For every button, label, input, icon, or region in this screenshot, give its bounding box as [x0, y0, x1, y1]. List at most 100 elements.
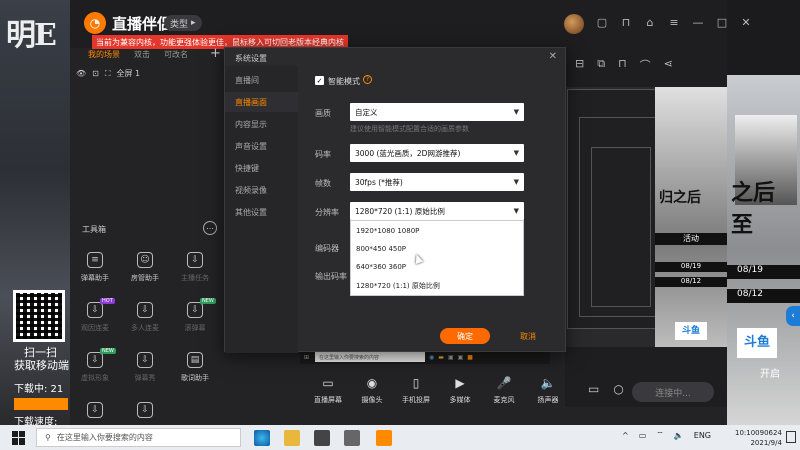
scene-item[interactable]: 👁 ⊡ ⛶ 全屏 1	[76, 68, 140, 79]
language-indicator[interactable]: ENG	[694, 431, 711, 440]
help-icon[interactable]: ?	[363, 75, 372, 84]
bitrate-select[interactable]: 3000 (蓝光画质，2D网游推荐) ▼	[350, 144, 524, 162]
app-name: 直播伴侣	[112, 14, 173, 33]
background-logo: 明E	[6, 18, 57, 53]
smart-mode-checkbox[interactable]: ✓	[315, 76, 324, 85]
tool-audience-link[interactable]: HOT ⇩ 观因连麦	[70, 298, 120, 333]
stream-poster: 归之后 活动 08/19 08/12 斗鱼	[655, 87, 727, 347]
shirt-icon[interactable]: ⌂	[644, 16, 656, 29]
nav-live-room[interactable]: 直播间	[225, 70, 298, 90]
resolution-value: 1280*720 (1:1) 原始比例	[355, 206, 445, 216]
resolution-option[interactable]: 1280*720 (1:1) 原始比例	[356, 281, 440, 291]
tab-double-click[interactable]: 双击	[134, 49, 150, 60]
phone-cast-button[interactable]: ▯ 手机投屏	[396, 376, 436, 405]
scene-name: 全屏 1	[116, 69, 141, 78]
tool-label: 弹幕秀	[134, 374, 156, 382]
tool-host-task[interactable]: ⇩ 主播任务	[170, 252, 220, 283]
quality-label: 画质	[315, 109, 331, 118]
camera-icon: ◉	[366, 376, 378, 390]
resolution-option[interactable]: 640*360 360P	[356, 263, 406, 271]
gift-icon[interactable]: ⊓	[620, 16, 632, 29]
add-screen-button[interactable]: ▭ 直播屏幕	[308, 376, 348, 405]
resolution-option[interactable]: 1920*1080 1080P	[356, 227, 419, 235]
speaker-button[interactable]: 🔈 扬声器	[528, 376, 568, 405]
network-icon[interactable]: ▭	[639, 431, 647, 440]
tool-danmu-show[interactable]: ⇩ 弹幕秀	[120, 352, 170, 383]
confirm-button[interactable]: 确定	[440, 328, 490, 344]
tab-rename[interactable]: 可改名	[164, 49, 188, 60]
taskbar-clock[interactable]: 10:10090624 2021/9/4	[735, 428, 782, 448]
close-icon[interactable]: ✕	[740, 16, 752, 29]
toolbox-more-icon[interactable]: ⋯	[203, 221, 217, 235]
nav-sound-settings[interactable]: 声音设置	[225, 136, 298, 156]
add-scene-button[interactable]: +	[210, 46, 221, 61]
tab-my-scenes[interactable]: 我的场景	[88, 49, 120, 60]
fps-value: 30fps (*推荐)	[355, 177, 403, 187]
volume-icon[interactable]: 🔈	[674, 431, 684, 440]
taskbar-search[interactable]: ⚲ 在这里输入你要搜索的内容	[36, 428, 241, 447]
connect-button[interactable]: 连接中...	[632, 382, 714, 402]
nav-other-settings[interactable]: 其他设置	[225, 202, 298, 222]
app-icon[interactable]	[344, 430, 360, 446]
pin-icon[interactable]: ⊟	[575, 57, 584, 73]
nav-content-display[interactable]: 内容显示	[225, 114, 298, 134]
eye-icon[interactable]: 👁	[76, 69, 86, 78]
resolution-select[interactable]: 1280*720 (1:1) 原始比例 ▼	[350, 202, 524, 220]
file-explorer-icon[interactable]	[284, 430, 300, 446]
background-art-right: 之后 至 08/19 08/12 斗鱼 开启	[727, 75, 800, 425]
bg-right-date: 08/19	[727, 265, 800, 279]
type-label: 类型	[170, 19, 189, 30]
share-icon[interactable]: ⋖	[664, 57, 673, 73]
tool-lyrics-helper[interactable]: ▤ 歌词助手	[170, 352, 220, 383]
lock-icon[interactable]: ⊓	[618, 57, 627, 73]
tool-more-1[interactable]: ⇩	[70, 402, 120, 418]
type-button[interactable]: 类型 ▸	[164, 15, 202, 31]
copy-icon[interactable]: ⧉	[597, 57, 605, 73]
tool-virtual-avatar[interactable]: NEW ⇩ 虚拟形象	[70, 348, 120, 383]
chevron-up-icon[interactable]: ^	[622, 431, 629, 440]
tool-multi-link[interactable]: ⇩ 多人连麦	[120, 302, 170, 333]
edge-icon[interactable]	[254, 430, 270, 446]
tool-more-2[interactable]: ⇩	[120, 402, 170, 418]
menu-icon[interactable]: ≡	[668, 16, 680, 29]
app-icon[interactable]	[314, 430, 330, 446]
tool-room-admin[interactable]: ☺ 房管助手	[120, 252, 170, 283]
maximize-icon[interactable]: □	[716, 16, 728, 29]
notification-icon[interactable]	[786, 431, 796, 443]
resolution-option[interactable]: 800*450 450P	[356, 245, 406, 253]
side-expand-button[interactable]: ‹	[786, 306, 800, 326]
tool-danmu-helper[interactable]: ≡ 弹幕助手	[70, 252, 120, 283]
add-camera-button[interactable]: ◉ 摄像头	[352, 376, 392, 405]
live-companion-icon[interactable]	[376, 430, 392, 446]
tool-scroll-danmu[interactable]: NEW ⇩ 滚弹幕	[170, 298, 220, 333]
message-icon[interactable]: ▢	[596, 16, 608, 29]
quality-select[interactable]: 自定义 ▼	[350, 103, 524, 121]
fps-select[interactable]: 30fps (*推荐) ▼	[350, 173, 524, 191]
windows-start-icon[interactable]	[12, 430, 26, 445]
nav-hotkeys[interactable]: 快捷键	[225, 158, 298, 178]
wifi-icon[interactable]: ⌔	[656, 430, 664, 440]
fullscreen-icon: ⛶	[104, 68, 111, 78]
cancel-button[interactable]: 取消	[513, 328, 543, 344]
button-label: 麦克风	[493, 396, 515, 404]
multimedia-button[interactable]: ▶ 多媒体	[440, 376, 480, 405]
tool-label: 歌词助手	[181, 374, 209, 382]
smart-mode-label: 智能模式	[328, 77, 360, 86]
download-icon: ⇩	[187, 302, 203, 318]
microphone-button[interactable]: 🎤 麦克风	[484, 376, 524, 405]
clock-time: 10:10090624	[735, 429, 782, 437]
close-icon[interactable]: ✕	[549, 51, 557, 62]
record-icon[interactable]: ▭	[588, 382, 599, 396]
tool-label: 主播任务	[181, 274, 209, 282]
background-art-left: 明E 扫一扫 获取移动端 下载中: 21 下载速度: 10	[0, 0, 70, 439]
resolution-dropdown: 1920*1080 1080P 800*450 450P 640*360 360…	[350, 220, 524, 296]
nav-live-picture[interactable]: 直播画面	[225, 92, 298, 112]
lock-icon[interactable]: ⊡	[92, 69, 99, 78]
bell-icon[interactable]: ⌒	[640, 57, 651, 73]
minimize-icon[interactable]: —	[692, 16, 704, 29]
circle-icon[interactable]: ○	[613, 382, 623, 396]
stream-preview[interactable]: 归之后 活动 08/19 08/12 斗鱼	[565, 87, 727, 347]
nav-video-recording[interactable]: 视频录像	[225, 180, 298, 200]
avatar[interactable]	[564, 14, 584, 34]
speaker-icon: 🔈	[540, 376, 556, 390]
